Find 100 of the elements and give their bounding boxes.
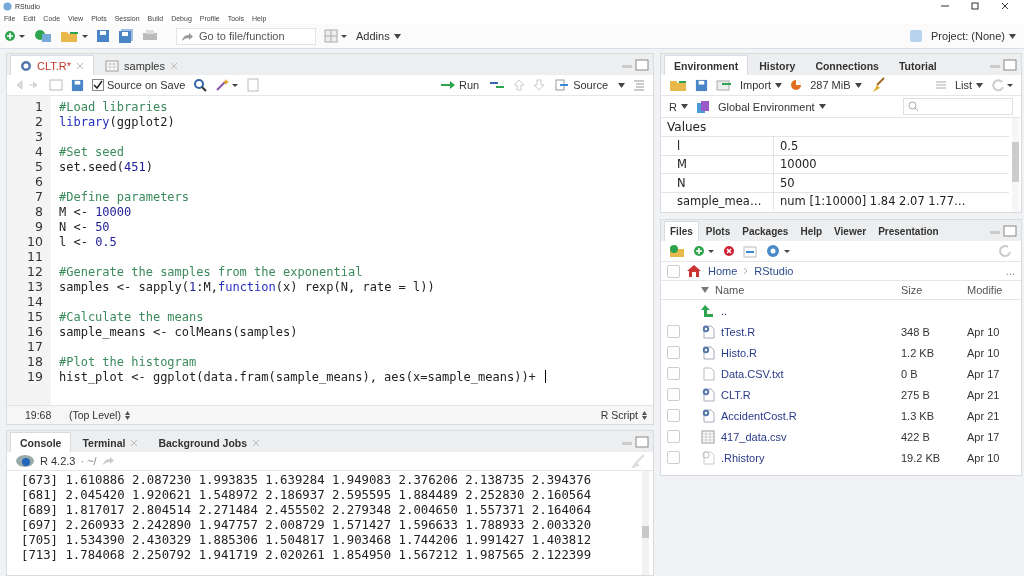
caret-icon[interactable]	[680, 104, 688, 109]
caret-icon[interactable]	[1009, 33, 1016, 39]
editor-tab[interactable]: CLT.R*	[10, 55, 95, 75]
parent-folder-link[interactable]: ..	[721, 304, 728, 317]
grid-layout-icon[interactable]	[324, 29, 348, 43]
source-button[interactable]: Source	[553, 79, 610, 91]
more-button[interactable]: ...	[1005, 265, 1015, 277]
console-tab[interactable]: Console	[10, 432, 72, 452]
files-tab[interactable]: Files	[664, 221, 699, 241]
language-menu[interactable]: R	[669, 100, 677, 113]
file-checkbox[interactable]	[667, 325, 680, 338]
maximize-pane-icon[interactable]	[635, 58, 649, 71]
magic-wand-icon[interactable]	[215, 78, 240, 92]
rename-icon[interactable]	[743, 244, 757, 258]
close-icon[interactable]	[1000, 1, 1010, 11]
scrollbar[interactable]	[1012, 118, 1019, 212]
breadcrumb-link[interactable]: RStudio	[754, 265, 794, 277]
maximize-pane-icon[interactable]	[635, 435, 649, 448]
view-mode-menu[interactable]: List	[954, 79, 972, 91]
editor-tab[interactable]: samples	[96, 56, 187, 75]
files-tab[interactable]: Packages	[737, 222, 794, 241]
refresh-icon[interactable]	[999, 244, 1013, 258]
column-header[interactable]: Name	[715, 284, 745, 296]
files-tab[interactable]: Presentation	[873, 222, 944, 241]
new-file-icon[interactable]	[4, 29, 26, 43]
run-button[interactable]: Run	[438, 79, 482, 91]
open-folder-icon[interactable]	[60, 29, 88, 43]
column-header[interactable]: Modifie	[967, 284, 1021, 296]
print-icon[interactable]	[142, 29, 158, 43]
up-arrow-icon[interactable]	[701, 303, 715, 318]
down-arrow-icon[interactable]	[533, 79, 546, 91]
file-checkbox[interactable]	[667, 430, 680, 443]
up-down-caret-icon[interactable]	[642, 410, 647, 420]
up-arrow-icon[interactable]	[513, 79, 526, 91]
file-checkbox[interactable]	[667, 367, 680, 380]
caret-icon[interactable]	[976, 82, 983, 88]
scope-menu[interactable]: (Top Level)	[69, 409, 121, 421]
files-tab[interactable]: Viewer	[829, 222, 872, 241]
outline-icon[interactable]	[633, 79, 645, 91]
delete-icon[interactable]	[723, 245, 735, 257]
file-link[interactable]: Data.CSV.txt	[721, 367, 784, 380]
environment-tab[interactable]: History	[750, 56, 805, 75]
console-tab[interactable]: Background Jobs	[149, 433, 270, 452]
document-icon[interactable]	[247, 78, 260, 92]
file-link[interactable]: tTest.R	[721, 325, 756, 338]
files-tab[interactable]: Plots	[700, 222, 736, 241]
caret-icon[interactable]	[775, 82, 783, 88]
memory-usage-menu[interactable]: 287 MiB	[810, 79, 851, 91]
environment-tab[interactable]: Connections	[806, 56, 888, 75]
search-icon[interactable]	[193, 78, 208, 92]
rerun-icon[interactable]	[489, 79, 506, 91]
select-all-checkbox[interactable]	[667, 264, 680, 278]
source-on-save-checkbox[interactable]: Source on Save	[92, 79, 186, 91]
maximize-pane-icon[interactable]	[1003, 224, 1017, 237]
save-all-icon[interactable]	[118, 29, 134, 43]
new-project-icon[interactable]	[34, 29, 52, 43]
restore-icon[interactable]	[970, 1, 980, 11]
new-folder-icon[interactable]	[669, 244, 685, 258]
addins-menu[interactable]: Addins	[356, 30, 390, 42]
caret-icon[interactable]	[618, 82, 625, 88]
caret-icon[interactable]	[854, 82, 862, 88]
new-file-icon[interactable]	[693, 244, 715, 258]
refresh-icon[interactable]	[991, 78, 1013, 92]
file-checkbox[interactable]	[667, 346, 680, 359]
breadcrumb-link[interactable]: Home	[708, 265, 738, 277]
up-down-caret-icon[interactable]	[124, 410, 130, 420]
file-type-menu[interactable]: R Script	[600, 409, 638, 421]
open-folder-icon[interactable]	[669, 78, 687, 92]
home-icon[interactable]	[686, 264, 702, 278]
save-icon[interactable]	[695, 78, 708, 92]
environment-tab[interactable]: Environment	[664, 55, 749, 75]
file-checkbox[interactable]	[667, 451, 680, 464]
maximize-pane-icon[interactable]	[1003, 58, 1017, 71]
sort-arrow-icon[interactable]	[701, 286, 709, 294]
gear-icon[interactable]	[765, 243, 791, 259]
import-dataset-menu[interactable]: Import	[740, 79, 772, 91]
go-to-file-field[interactable]: Go to file/function	[176, 27, 316, 45]
console-tab[interactable]: Terminal	[73, 433, 148, 452]
file-link[interactable]: Histo.R	[721, 346, 758, 359]
file-link[interactable]: CLT.R	[721, 388, 751, 401]
caret-icon[interactable]	[818, 104, 826, 109]
file-checkbox[interactable]	[667, 388, 680, 401]
environment-scope-menu[interactable]: Global Environment	[717, 100, 815, 113]
files-tab[interactable]: Help	[795, 222, 828, 241]
environment-tab[interactable]: Tutorial	[889, 56, 946, 75]
file-link[interactable]: 417_data.csv	[721, 430, 787, 443]
file-size: 19.2 KB	[901, 451, 942, 464]
search-field[interactable]	[903, 98, 1013, 115]
project-menu[interactable]: Project: (None)	[931, 30, 1005, 42]
file-link[interactable]: AccidentCost.R	[721, 409, 797, 422]
file-checkbox[interactable]	[667, 409, 680, 422]
column-header[interactable]: Size	[901, 284, 967, 296]
caret-icon[interactable]	[393, 33, 401, 39]
scrollbar[interactable]	[642, 471, 649, 575]
go-to-directory-icon[interactable]	[101, 456, 114, 466]
save-icon[interactable]	[71, 78, 84, 92]
file-link[interactable]: .Rhistory	[721, 451, 765, 464]
save-icon[interactable]	[96, 29, 110, 43]
checkbox-icon[interactable]	[92, 79, 104, 91]
show-in-window-icon[interactable]	[49, 79, 63, 91]
